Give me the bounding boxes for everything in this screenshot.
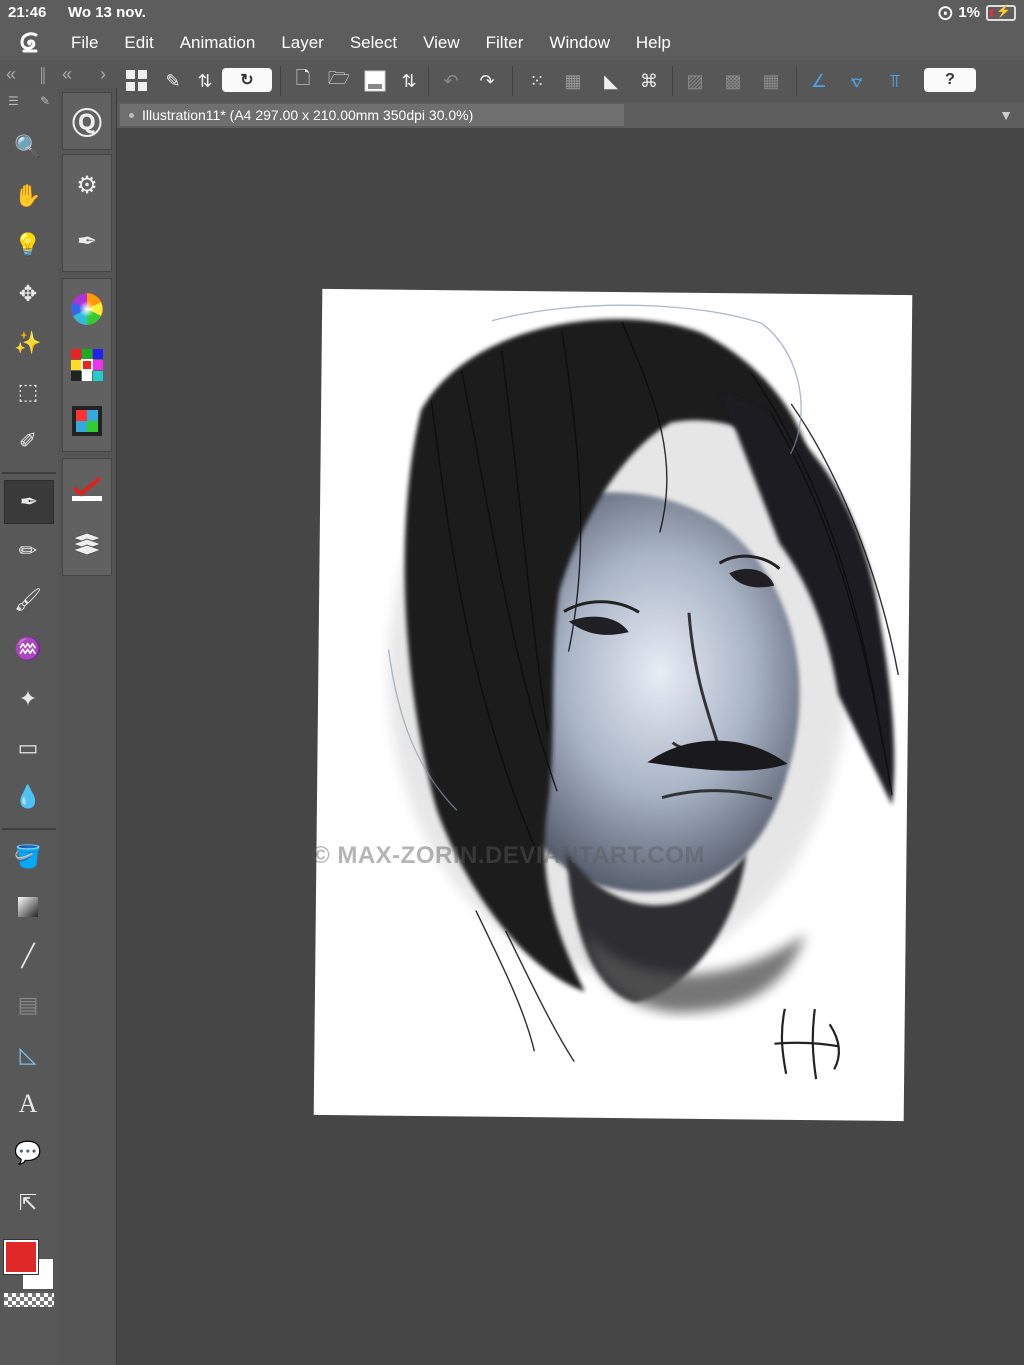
tab-menu-icon[interactable]: ▼ (994, 104, 1018, 126)
collapse-mid-icon[interactable]: « (62, 64, 72, 85)
menu-filter[interactable]: Filter (486, 33, 524, 53)
tool-panel-header: ☰ ✎ (0, 88, 58, 116)
help-icon[interactable]: ? (924, 68, 976, 92)
fill-icon[interactable]: ◣ (596, 66, 626, 96)
battery-percent: 1% (958, 4, 980, 21)
status-date: Wo 13 nov. (68, 4, 146, 21)
battery-icon: ⚡ (986, 4, 1016, 21)
ruler-snap-icon[interactable]: ⦡ (842, 66, 872, 96)
layer-group (62, 458, 112, 576)
menu-items: File Edit Animation Layer Select View Fi… (71, 33, 697, 53)
hide-selection-icon[interactable]: ▨ (680, 66, 710, 96)
transform-icon[interactable]: ✎ (158, 66, 188, 96)
status-bar: 21:46 Wo 13 nov. ⨀ 1% ⚡ (0, 0, 1024, 26)
document-tab-bar: Illustration11* (A4 297.00 x 210.00mm 35… (116, 102, 1024, 128)
menu-layer[interactable]: Layer (281, 33, 324, 53)
panel-menu-icon[interactable]: ☰ (8, 94, 19, 108)
snap-grid-icon[interactable]: ▦ (756, 66, 786, 96)
color-set-icon[interactable] (63, 341, 111, 389)
menu-view[interactable]: View (423, 33, 460, 53)
text-icon[interactable]: A (4, 1083, 52, 1125)
collapse-left-icon[interactable]: « (6, 64, 16, 85)
sub-tool-icon[interactable]: Ⓠ (63, 97, 111, 145)
ruler-icon[interactable]: ∠ (804, 66, 834, 96)
balloon-icon[interactable]: 💬 (4, 1132, 52, 1174)
status-right: ⨀ 1% ⚡ (938, 4, 1016, 21)
layout-icon[interactable] (122, 66, 152, 96)
clear-icon[interactable]: ⁙ (522, 66, 552, 96)
fill-bucket-icon[interactable]: 🪣 (4, 836, 52, 878)
pen-icon[interactable]: ✒ (4, 480, 54, 524)
special-ruler-icon[interactable]: ⫪ (880, 66, 910, 96)
sub-tool-group: Ⓠ (62, 92, 112, 150)
tool-panel: ☰ ✎ 🔍 ✋ 💡 ✥ ✨ ⬚ ✐ ✒ ✏ 🖌 ♒ ✦ ▭ 💧 🪣 ╱ ▤ ◺ … (0, 88, 59, 1365)
color-group (62, 278, 112, 452)
wifi-icon: ⨀ (938, 4, 953, 20)
drawing-canvas[interactable] (313, 288, 913, 1122)
menu-help[interactable]: Help (636, 33, 671, 53)
decoration-icon[interactable]: ✦ (4, 678, 52, 720)
line-icon[interactable]: ╱ (4, 935, 52, 977)
menu-file[interactable]: File (71, 33, 98, 53)
pencil-icon[interactable]: ✏ (4, 530, 52, 572)
timeline-icon[interactable] (63, 397, 111, 445)
save-icon[interactable] (360, 66, 390, 96)
color-chips[interactable] (3, 1239, 54, 1290)
expand-icon[interactable]: › (100, 64, 106, 85)
panel-grip-icon[interactable]: ║ (38, 67, 48, 83)
color-wheel-icon[interactable] (63, 285, 111, 333)
snap-ruler-icon[interactable]: ▩ (718, 66, 748, 96)
foreground-color[interactable] (3, 1239, 39, 1275)
selection-icon[interactable]: ⬚ (4, 371, 52, 413)
portrait-artwork (387, 304, 900, 1080)
redo-icon[interactable]: ↷ (472, 66, 502, 96)
frame-icon[interactable]: ▤ (4, 984, 52, 1026)
lightbulb-icon[interactable]: 💡 (4, 224, 52, 266)
tool-property-icon[interactable]: ⚙ (63, 161, 111, 209)
menu-select[interactable]: Select (350, 33, 397, 53)
transform-select-icon[interactable]: ⌘ (634, 66, 664, 96)
eyedropper-icon[interactable]: ✐ (4, 420, 52, 462)
brush-size-icon[interactable]: ✒ (63, 217, 111, 265)
updown-arrows-2-icon[interactable]: ⇅ (394, 66, 424, 96)
brush-icon[interactable]: 🖌 (4, 579, 52, 621)
menu-edit[interactable]: Edit (124, 33, 153, 53)
move-icon[interactable]: ✥ (4, 273, 52, 315)
hand-icon[interactable]: ✋ (4, 175, 52, 217)
magic-wand-icon[interactable]: ✨ (4, 322, 52, 364)
menu-bar: File Edit Animation Layer Select View Fi… (0, 26, 1024, 60)
sync-icon[interactable]: ↻ (222, 68, 272, 92)
eraser-icon[interactable]: ▭ (4, 727, 52, 769)
sub-tool-panel: Ⓠ ⚙ ✒ (58, 88, 117, 1365)
check-icon[interactable] (63, 465, 111, 513)
open-file-icon[interactable]: 🗁 (324, 66, 354, 96)
blend-icon[interactable]: 💧 (4, 776, 52, 818)
app-logo-icon[interactable] (16, 30, 44, 56)
pen-small-icon: ✎ (40, 94, 51, 108)
document-tab[interactable]: Illustration11* (A4 297.00 x 210.00mm 35… (120, 104, 624, 126)
signature (774, 1008, 841, 1080)
new-file-icon[interactable]: 🗋 (288, 66, 318, 96)
document-tab-title: Illustration11* (A4 297.00 x 210.00mm 35… (142, 107, 474, 123)
zoom-icon[interactable]: 🔍 (4, 126, 52, 168)
status-time: 21:46 (8, 4, 47, 21)
gradient-icon[interactable] (4, 886, 52, 928)
airbrush-icon[interactable]: ♒ (4, 628, 52, 670)
command-bar: « ║ « › ✎ ⇅ ↻ 🗋 🗁 ⇅ ↶ ↷ ⁙ ▦ ◣ ⌘ ▨ ▩ ▦ ∠ … (0, 60, 1024, 103)
menu-window[interactable]: Window (549, 33, 609, 53)
watermark: © MAX-ZORIN.DEVIANTART.COM (312, 842, 705, 869)
menu-animation[interactable]: Animation (180, 33, 256, 53)
crop-icon[interactable]: ▦ (558, 66, 588, 96)
updown-arrows-icon[interactable]: ⇅ (190, 66, 220, 96)
correct-line-icon[interactable]: ⇱ (4, 1182, 52, 1224)
tool-property-group: ⚙ ✒ (62, 154, 112, 272)
undo-icon[interactable]: ↶ (436, 66, 466, 96)
layers-icon[interactable] (63, 521, 111, 569)
ruler-tool-icon[interactable]: ◺ (4, 1034, 52, 1076)
transparent-color[interactable] (4, 1293, 54, 1307)
tab-dot-icon (129, 113, 134, 118)
